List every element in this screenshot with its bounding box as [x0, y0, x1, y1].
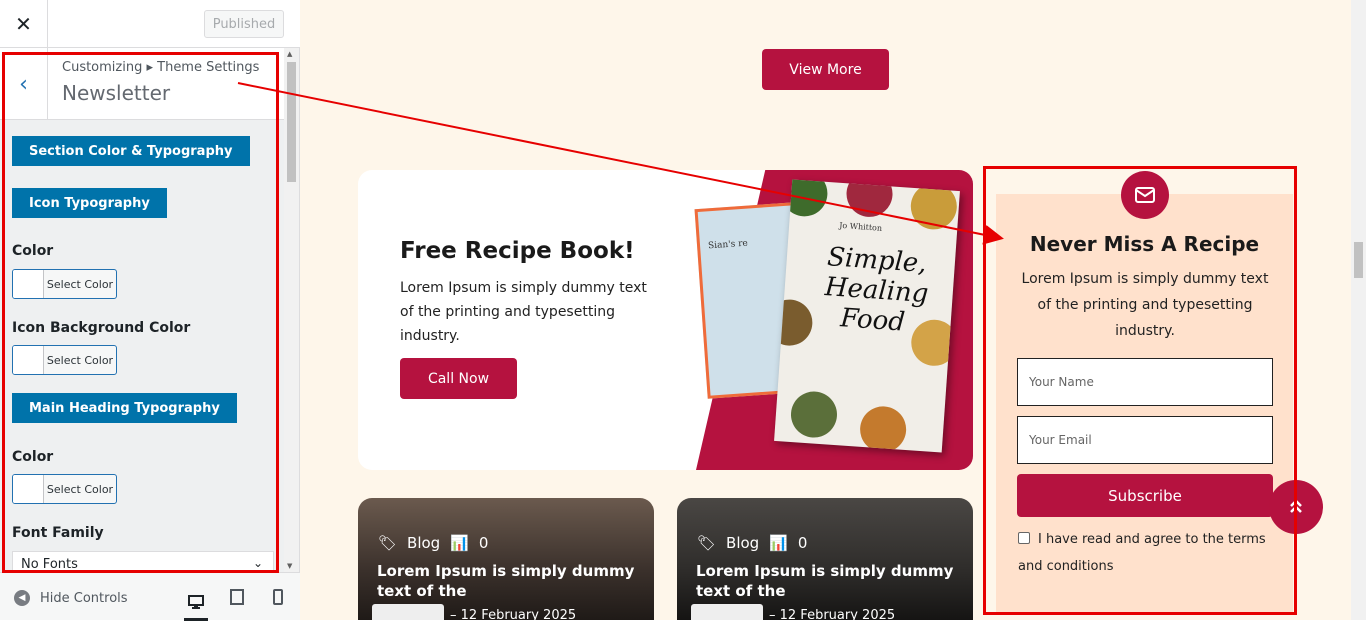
hide-controls-button[interactable]: ◀ Hide Controls: [14, 590, 128, 606]
sidebar-scrollbar[interactable]: ▲ ▼: [284, 48, 299, 572]
color-label: Color: [12, 243, 54, 259]
book-cover-image: Jo Whitton Simple, Healing Food: [774, 179, 960, 453]
recipe-book-text: Lorem Ipsum is simply dummy text of the …: [400, 280, 647, 344]
font-family-value: No Fonts: [21, 557, 78, 572]
blog-meta: 🏷 Blog 📊 0: [697, 534, 807, 552]
breadcrumb: Customizing ▸ Theme Settings: [62, 60, 260, 75]
font-family-label: Font Family: [12, 525, 104, 541]
blog-title[interactable]: Lorem Ipsum is simply dummy text of the: [696, 561, 958, 601]
name-input[interactable]: Your Name: [1017, 358, 1273, 406]
scroll-down-arrow-icon[interactable]: ▼: [287, 562, 292, 570]
tablet-preview-icon[interactable]: [225, 586, 249, 608]
blog-image: [677, 498, 973, 620]
select-color-label: Select Color: [46, 277, 114, 291]
published-button[interactable]: Published: [204, 10, 284, 38]
call-now-button[interactable]: Call Now: [400, 358, 517, 399]
blog-category[interactable]: Blog: [407, 534, 440, 552]
terms-label: I have read and agree to the terms and c…: [1018, 532, 1266, 574]
customizer-footer: ◀ Hide Controls: [0, 572, 300, 621]
newsletter-title: Never Miss A Recipe: [1029, 232, 1260, 256]
hide-controls-label: Hide Controls: [40, 590, 128, 606]
comments-chart-icon: 📊: [769, 534, 788, 552]
blog-meta: 🏷 Blog 📊 0: [378, 534, 488, 552]
back-arrow-icon[interactable]: ‹: [0, 48, 48, 120]
section-title: Newsletter: [62, 81, 171, 105]
blog-image: [358, 498, 654, 620]
recipe-book-card: Free Recipe Book! Lorem Ipsum is simply …: [358, 170, 973, 470]
select-color-label: Select Color: [46, 482, 114, 496]
icon-bg-color-label: Icon Background Color: [12, 320, 191, 336]
blog-date: – 12 February 2025: [450, 608, 577, 620]
scroll-up-arrow-icon[interactable]: ▲: [287, 50, 292, 58]
book-title: Simple, Healing Food: [823, 242, 930, 338]
terms-checkbox[interactable]: [1018, 532, 1030, 544]
blog-count: 0: [797, 534, 808, 552]
blog-date: – 12 February 2025: [769, 608, 896, 620]
customizer-sidebar: ✕ Published ‹ Customizing ▸ Theme Settin…: [0, 0, 300, 621]
mail-icon: [1121, 171, 1169, 219]
book-back-text: Sian's re: [707, 238, 749, 252]
author-chip: [372, 604, 444, 620]
subscribe-button[interactable]: Subscribe: [1017, 474, 1273, 517]
tag-icon: 🏷: [697, 534, 717, 552]
select-color-button[interactable]: Select Color: [12, 345, 117, 375]
color-swatch: [13, 270, 44, 298]
color-label: Color: [12, 449, 54, 465]
scrollbar-thumb[interactable]: [287, 62, 296, 182]
select-color-button[interactable]: Select Color: [12, 269, 117, 299]
blog-title[interactable]: Lorem Ipsum is simply dummy text of the: [377, 561, 639, 601]
recipe-book-title: Free Recipe Book!: [400, 238, 635, 264]
page-scrollbar[interactable]: [1351, 0, 1366, 620]
collapse-icon: ◀: [14, 590, 30, 606]
mobile-preview-icon[interactable]: [266, 586, 290, 608]
select-color-button[interactable]: Select Color: [12, 474, 117, 504]
book-author: Jo Whitton: [838, 220, 883, 233]
section-header: ‹ Customizing ▸ Theme Settings Newslette…: [0, 48, 284, 120]
scroll-to-top-button[interactable]: [1269, 480, 1323, 534]
select-color-label: Select Color: [46, 353, 114, 367]
blog-card[interactable]: 🏷 Blog 📊 0 Lorem Ipsum is simply dummy t…: [358, 498, 654, 620]
tag-icon: 🏷: [378, 534, 398, 552]
font-family-select[interactable]: No Fonts ⌄: [12, 551, 274, 572]
customizer-header: ✕ Published: [0, 0, 300, 48]
color-swatch: [13, 346, 44, 374]
desktop-preview-icon[interactable]: [184, 586, 208, 621]
color-swatch: [13, 475, 44, 503]
blog-card[interactable]: 🏷 Blog 📊 0 Lorem Ipsum is simply dummy t…: [677, 498, 973, 620]
author-chip: [691, 604, 763, 620]
comments-chart-icon: 📊: [450, 534, 469, 552]
blog-count: 0: [478, 534, 489, 552]
chevron-down-icon: ⌄: [252, 556, 263, 570]
email-input[interactable]: Your Email: [1017, 416, 1273, 464]
blog-category[interactable]: Blog: [726, 534, 759, 552]
section-color-typography-button[interactable]: Section Color & Typography: [12, 136, 250, 166]
scrollbar-thumb[interactable]: [1354, 242, 1363, 278]
view-more-button[interactable]: View More: [762, 49, 889, 90]
controls-panel: Section Color & Typography Icon Typograp…: [0, 120, 284, 572]
close-icon[interactable]: ✕: [0, 0, 48, 48]
main-heading-typography-button[interactable]: Main Heading Typography: [12, 393, 237, 423]
site-preview: View More Free Recipe Book! Lorem Ipsum …: [300, 0, 1351, 620]
newsletter-text: Lorem Ipsum is simply dummy text of the …: [1021, 271, 1269, 339]
icon-typography-button[interactable]: Icon Typography: [12, 188, 167, 218]
terms-checkbox-row[interactable]: I have read and agree to the terms and c…: [1018, 526, 1278, 580]
